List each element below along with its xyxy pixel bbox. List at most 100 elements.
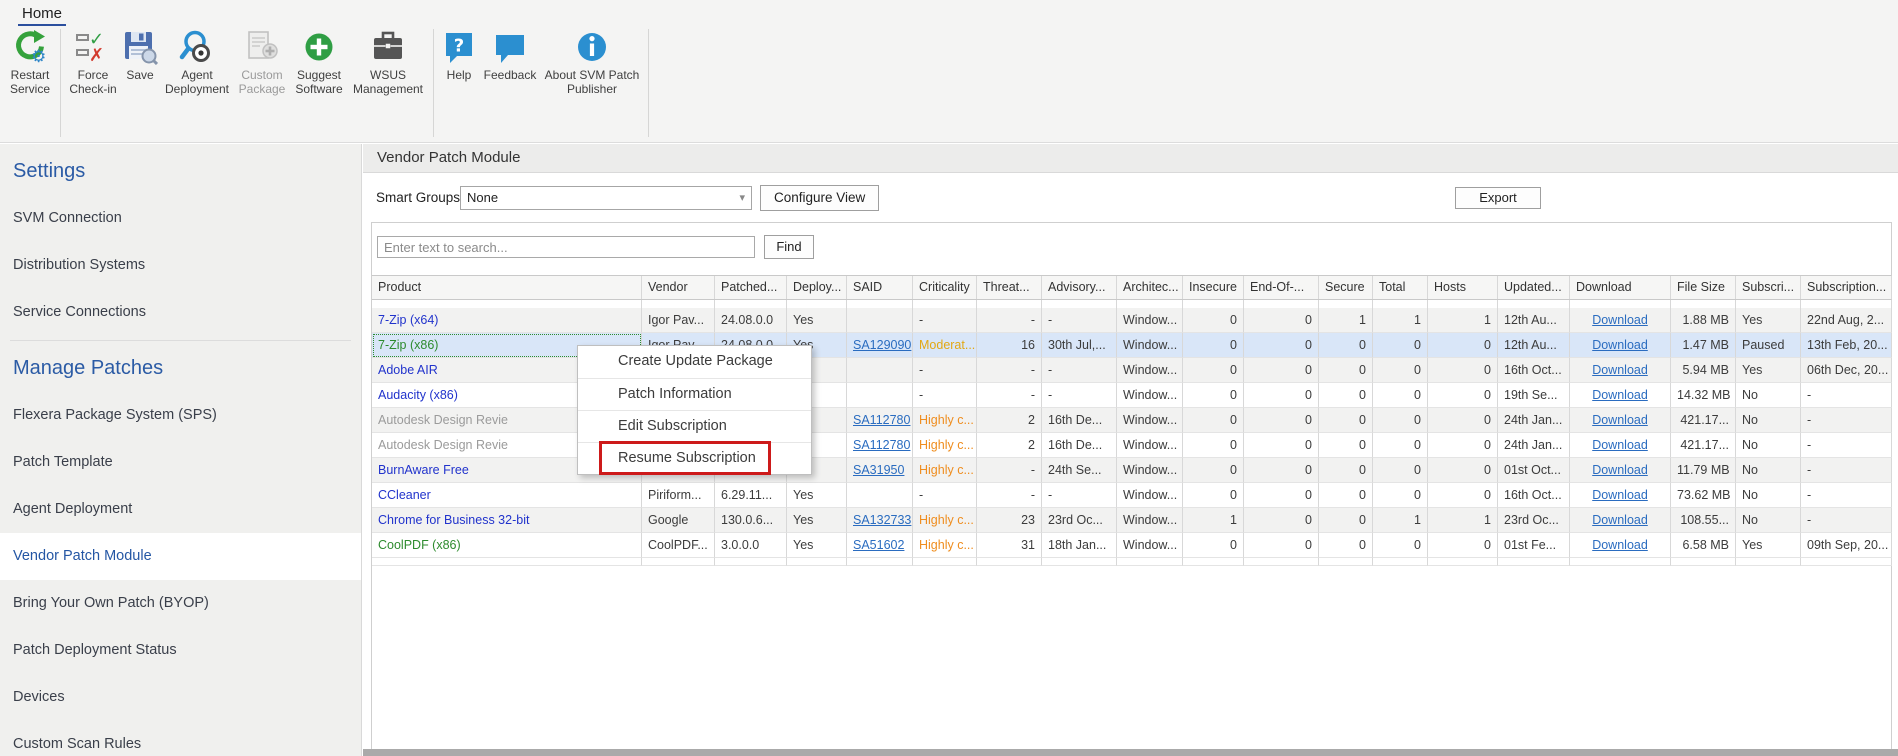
column-header-subscribed[interactable]: Subscri... [1736,276,1801,299]
toolbar-item-label: WSUS Management [349,69,427,96]
download-link[interactable]: Download [1592,413,1648,427]
product-link[interactable]: CoolPDF (x86) [378,538,461,552]
smart-groups-dropdown[interactable]: None ▾ [460,186,752,210]
sidebar-item-svm-connection[interactable]: SVM Connection [0,195,361,242]
cell-hosts: 0 [1428,433,1498,458]
product-link[interactable]: Adobe AIR [378,363,438,377]
column-header-architecture[interactable]: Architec... [1117,276,1183,299]
product-link[interactable]: Chrome for Business 32-bit [378,513,529,527]
context-menu-item-create-update-package[interactable]: Create Update Package [578,346,811,378]
search-input[interactable] [377,236,755,258]
gap-cell [1042,300,1117,308]
said-link[interactable]: SA132733 [853,513,911,527]
column-header-said[interactable]: SAID [847,276,913,299]
context-menu-item-resume-subscription[interactable]: Resume Subscription [578,442,811,474]
cell-advisory: - [1042,308,1117,333]
agent-deployment-button[interactable]: Agent Deployment [161,29,233,96]
column-header-threat[interactable]: Threat... [977,276,1042,299]
cell-updated: 01st Fe... [1498,533,1570,558]
download-link[interactable]: Download [1592,463,1648,477]
table-row[interactable]: 7-Zip (x64)Igor Pav...24.08.0.0Yes---Win… [372,308,1891,333]
save-button[interactable]: Save [121,29,159,83]
svg-text:✗: ✗ [89,45,104,65]
product-link[interactable]: CCleaner [378,488,431,502]
force-checkin-button[interactable]: ✓✗Force Check-in [67,29,119,96]
horizontal-scrollbar-track[interactable] [363,749,1898,756]
context-menu-item-edit-subscription[interactable]: Edit Subscription [578,410,811,442]
configure-view-button[interactable]: Configure View [760,185,879,211]
criticality-value: Moderat... [919,338,975,352]
tab-home[interactable]: Home [18,4,66,26]
download-link[interactable]: Download [1592,438,1648,452]
cell-advisory: 24th Se... [1042,458,1117,483]
column-header-hosts[interactable]: Hosts [1428,276,1498,299]
column-header-advisory[interactable]: Advisory... [1042,276,1117,299]
sidebar-item-distribution-systems[interactable]: Distribution Systems [0,242,361,289]
product-link[interactable]: Audacity (x86) [378,388,458,402]
said-link[interactable]: SA31950 [853,463,904,477]
column-header-download[interactable]: Download [1570,276,1671,299]
product-link[interactable]: Autodesk Design Revie [378,413,508,427]
download-link[interactable]: Download [1592,388,1648,402]
column-header-product[interactable]: Product [372,276,642,299]
column-header-deploy[interactable]: Deploy... [787,276,847,299]
sidebar-item-flexera-package-system-sps[interactable]: Flexera Package System (SPS) [0,392,361,439]
table-header-row: ProductVendorPatched...Deploy...SAIDCrit… [372,275,1891,300]
cell-download: Download [1570,433,1671,458]
column-header-total[interactable]: Total [1373,276,1428,299]
find-button[interactable]: Find [764,235,814,259]
empty-cell [913,558,977,566]
cell-insecure: 0 [1183,333,1244,358]
cell-threat: 16 [977,333,1042,358]
said-link[interactable]: SA51602 [853,538,904,552]
cell-subscription_updated: - [1801,458,1892,483]
suggest-software-button[interactable]: Suggest Software [291,29,347,96]
product-link[interactable]: Autodesk Design Revie [378,438,508,452]
said-link[interactable]: SA112780 [853,438,910,452]
download-link[interactable]: Download [1592,313,1648,327]
product-link[interactable]: 7-Zip (x86) [378,338,438,352]
export-button[interactable]: Export [1455,187,1541,209]
column-header-end_of_life[interactable]: End-Of-... [1244,276,1319,299]
sidebar-item-devices[interactable]: Devices [0,674,361,721]
column-header-secure[interactable]: Secure [1319,276,1373,299]
product-link[interactable]: BurnAware Free [378,463,469,477]
download-link[interactable]: Download [1592,363,1648,377]
sidebar-item-patch-deployment-status[interactable]: Patch Deployment Status [0,627,361,674]
column-header-criticality[interactable]: Criticality [913,276,977,299]
column-header-patched[interactable]: Patched... [715,276,787,299]
column-header-vendor[interactable]: Vendor [642,276,715,299]
table-row[interactable]: CCleanerPiriform...6.29.11...Yes---Windo… [372,483,1891,508]
gap-cell [787,300,847,308]
said-link[interactable]: SA129090 [853,338,911,352]
restart-service-button[interactable]: ⚙Restart Service [6,29,54,96]
cell-file_size: 421.17... [1671,408,1736,433]
wsus-management-button[interactable]: WSUS Management [349,29,427,96]
sidebar-item-bring-your-own-patch-byop[interactable]: Bring Your Own Patch (BYOP) [0,580,361,627]
about-button[interactable]: About SVM Patch Publisher [542,29,642,96]
product-link[interactable]: 7-Zip (x64) [378,313,438,327]
context-menu-item-patch-information[interactable]: Patch Information [578,378,811,410]
sidebar-item-patch-template[interactable]: Patch Template [0,439,361,486]
column-header-updated[interactable]: Updated... [1498,276,1570,299]
column-header-file_size[interactable]: File Size [1671,276,1736,299]
table-row[interactable]: CoolPDF (x86)CoolPDF...3.0.0.0YesSA51602… [372,533,1891,558]
cell-secure: 0 [1319,433,1373,458]
column-header-subscription_updated[interactable]: Subscription... [1801,276,1892,299]
cell-total: 0 [1373,333,1428,358]
cell-insecure: 0 [1183,458,1244,483]
cell-criticality: - [913,383,977,408]
table-row[interactable]: Chrome for Business 32-bitGoogle130.0.6.… [372,508,1891,533]
sidebar-item-custom-scan-rules[interactable]: Custom Scan Rules [0,721,361,756]
said-link[interactable]: SA112780 [853,413,910,427]
download-link[interactable]: Download [1592,488,1648,502]
feedback-button[interactable]: Feedback [480,29,540,83]
download-link[interactable]: Download [1592,338,1648,352]
download-link[interactable]: Download [1592,538,1648,552]
sidebar-item-service-connections[interactable]: Service Connections [0,289,361,336]
sidebar-item-vendor-patch-module[interactable]: Vendor Patch Module [0,533,361,580]
help-button[interactable]: ?Help [440,29,478,83]
column-header-insecure[interactable]: Insecure [1183,276,1244,299]
download-link[interactable]: Download [1592,513,1648,527]
sidebar-item-agent-deployment[interactable]: Agent Deployment [0,486,361,533]
